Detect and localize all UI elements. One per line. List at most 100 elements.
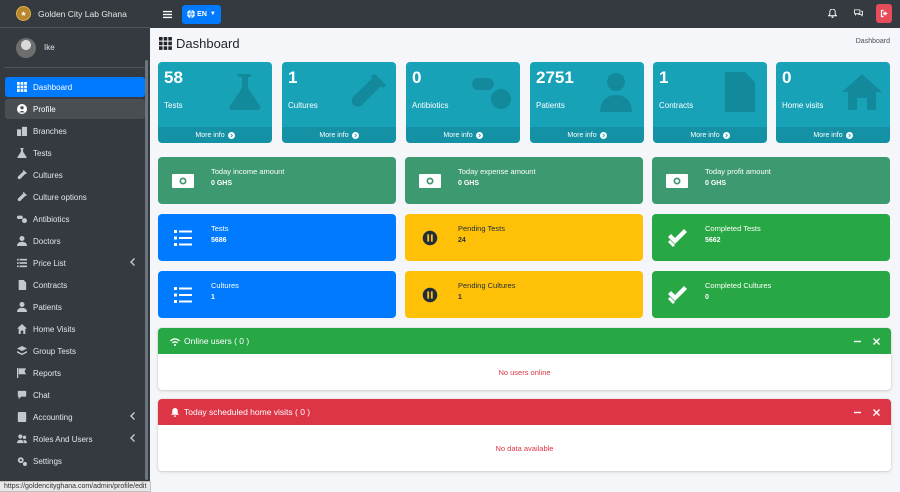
info-title: Today income amount (211, 167, 285, 176)
stat-box-tests: 58 Tests More info (158, 62, 272, 143)
dashboard-grid-icon (159, 37, 172, 50)
sidebar-item-group-tests[interactable]: Group Tests (5, 341, 145, 361)
sidebar-item-home-visits[interactable]: Home Visits (5, 319, 145, 339)
sidebar-item-accounting[interactable]: Accounting (5, 407, 145, 427)
close-icon (872, 408, 880, 416)
sidebar-item-culture-options[interactable]: Culture options (5, 187, 145, 207)
more-info-link[interactable]: More info (653, 127, 767, 143)
pause-circle-icon (419, 227, 441, 249)
sidebar-item-branches[interactable]: Branches (5, 121, 145, 141)
more-info-link[interactable]: More info (282, 127, 396, 143)
info-title: Today expense amount (458, 167, 536, 176)
sidebar-item-tests[interactable]: Tests (5, 143, 145, 163)
collapse-button[interactable] (852, 336, 862, 346)
info-value: 5686 (211, 237, 227, 244)
sidebar-item-patients[interactable]: Patients (5, 297, 145, 317)
stat-count: 2751 (536, 68, 574, 87)
sidebar-item-label: Group Tests (33, 346, 76, 356)
sidebar-item-label: Cultures (33, 170, 63, 180)
stat-label: Tests (164, 101, 183, 110)
sidebar-item-antibiotics[interactable]: Antibiotics (5, 209, 145, 229)
more-info-link[interactable]: More info (406, 127, 520, 143)
pills-icon (472, 72, 512, 112)
chevron-left-icon (129, 412, 137, 422)
sidebar-scrollbar[interactable] (145, 60, 148, 480)
info-value: 24 (458, 237, 466, 244)
more-info-link[interactable]: More info (158, 127, 272, 143)
stat-box-antibiotics: 0 Antibiotics More info (406, 62, 520, 143)
info-box-completed-tests: Completed Tests 5662 (652, 214, 890, 261)
user-panel[interactable]: Ike (4, 28, 146, 68)
sidebar-item-reports[interactable]: Reports (5, 363, 145, 383)
arrow-circle-right-icon (722, 131, 730, 139)
card-title: Today scheduled home visits ( 0 ) (184, 407, 311, 417)
sidebar-item-label: Dashboard (33, 82, 73, 92)
info-title: Completed Cultures (705, 281, 772, 290)
home-visits-card: Today scheduled home visits ( 0 ) No dat… (158, 399, 891, 471)
card-body: No data available (495, 443, 554, 453)
stat-count: 0 (782, 68, 792, 87)
sidebar-item-price-list[interactable]: Price List (5, 253, 145, 273)
brand-link[interactable]: ★ Golden City Lab Ghana (0, 0, 150, 28)
vial-icon (16, 170, 27, 181)
stat-box-patients: 2751 Patients More info (530, 62, 644, 143)
sidebar-item-dashboard[interactable]: Dashboard (5, 77, 145, 97)
user-name[interactable]: Ike (44, 43, 55, 52)
vial-icon (348, 72, 388, 112)
collapse-button[interactable] (852, 407, 862, 417)
stat-box-home-visits: 0 Home visits More info (776, 62, 890, 143)
sidebar-item-settings[interactable]: Settings (5, 451, 145, 471)
info-value: 0 GHS (211, 180, 233, 187)
sidebar-item-label: Contracts (33, 280, 68, 290)
info-title: Pending Cultures (458, 281, 516, 290)
remove-button[interactable] (871, 407, 881, 417)
brand-name: Golden City Lab Ghana (38, 8, 127, 19)
arrow-circle-right-icon (227, 131, 235, 139)
messages-button[interactable] (850, 4, 866, 23)
info-value: 1 (458, 294, 462, 301)
page-title-text: Dashboard (176, 36, 240, 51)
sidebar-item-label: Patients (33, 302, 62, 312)
notifications-button[interactable] (824, 4, 840, 23)
contract-icon (16, 280, 27, 291)
sidebar-item-chat[interactable]: Chat (5, 385, 145, 405)
stat-count: 1 (288, 68, 298, 87)
menu-toggle-icon[interactable] (162, 9, 172, 19)
patient-icon (16, 302, 27, 313)
logout-button[interactable] (876, 4, 892, 23)
remove-button[interactable] (871, 336, 881, 346)
sidebar-item-label: Roles And Users (33, 434, 93, 444)
more-info-link[interactable]: More info (776, 127, 890, 143)
more-info-link[interactable]: More info (530, 127, 644, 143)
close-icon (872, 337, 880, 345)
doctor-icon (16, 236, 27, 247)
language-button[interactable]: EN ▼ (182, 4, 221, 24)
stat-count: 0 (412, 68, 422, 87)
card-header: Today scheduled home visits ( 0 ) (158, 399, 891, 425)
sidebar-item-label: Settings (33, 456, 62, 466)
arrow-circle-right-icon (845, 131, 853, 139)
sidebar-item-label: Reports (33, 368, 62, 378)
sidebar-item-profile[interactable]: Profile (5, 99, 145, 119)
stat-label: Home visits (782, 101, 824, 110)
check-double-icon (666, 227, 688, 249)
sidebar-item-contracts[interactable]: Contracts (5, 275, 145, 295)
sidebar-item-cultures[interactable]: Cultures (5, 165, 145, 185)
sidebar-item-label: Culture options (33, 192, 87, 202)
stat-label: Cultures (288, 101, 318, 110)
vial-icon (16, 192, 27, 203)
sidebar-item-label: Tests (33, 148, 52, 158)
pills-icon (16, 214, 27, 225)
chevron-left-icon (129, 434, 137, 444)
sidebar-item-doctors[interactable]: Doctors (5, 231, 145, 251)
stat-label: Antibiotics (412, 101, 449, 110)
info-box-expense: Today expense amount 0 GHS (405, 157, 643, 204)
list-icon (172, 227, 194, 249)
flask-icon (224, 72, 264, 112)
sidebar-item-roles-and-users[interactable]: Roles And Users (5, 429, 145, 449)
card-body: No users online (498, 367, 551, 377)
info-box-tests: Tests 5686 (158, 214, 396, 261)
top-navbar: EN ▼ (150, 0, 900, 28)
info-title: Tests (211, 224, 229, 233)
stat-label: Patients (536, 101, 565, 110)
